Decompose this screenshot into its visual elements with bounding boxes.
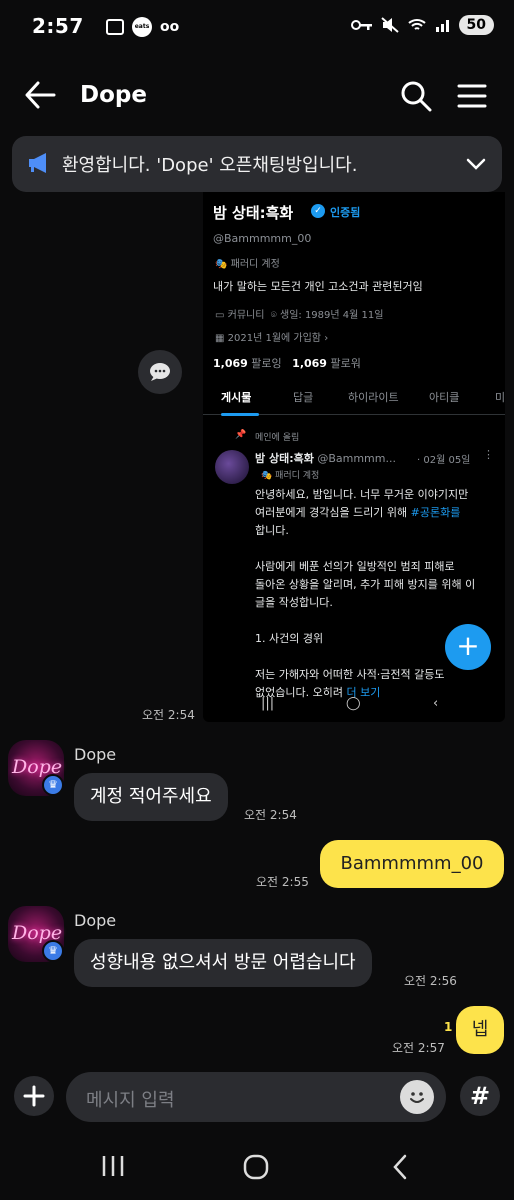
notice-banner[interactable]: 환영합니다. 'Dope' 오픈채팅방입니다.	[12, 136, 502, 192]
signal-icon	[435, 20, 449, 32]
message-input[interactable]: 메시지 입력	[66, 1072, 446, 1122]
chat-header: Dope	[0, 68, 514, 124]
parody-label: 🎭 패러디 계정	[215, 259, 280, 270]
crown-icon: ♛	[42, 774, 64, 796]
profile-handle: @Bammmmm_00	[213, 232, 312, 245]
home-icon[interactable]	[242, 1153, 270, 1181]
tab-articles: 아티클	[429, 391, 460, 404]
hamburger-menu-icon[interactable]	[456, 80, 488, 112]
message-time: 오전 2:56	[404, 974, 457, 988]
profile-meta-row: ▭ 커뮤니티 ⌾ 생일: 1989년 4월 11일	[215, 310, 384, 321]
sender-name: Dope	[74, 745, 117, 764]
profile-name: 밤 상태:흑화	[213, 204, 294, 222]
crown-icon: ♛	[42, 940, 64, 962]
unread-count: 1	[444, 1020, 453, 1034]
profile-bio: 내가 말하는 모든건 개인 고소건과 관련된거임	[213, 280, 423, 293]
more-options-icon: ⋮	[483, 448, 494, 461]
share-bubble-icon	[150, 363, 170, 381]
back-icon[interactable]	[390, 1153, 410, 1181]
key-icon	[350, 20, 372, 30]
pin-icon: 📌	[235, 430, 247, 440]
profile-tabs: 게시물 답글 하이라이트 아티클 미	[203, 387, 505, 415]
tweet-body: 안녕하세요, 밤입니다. 너무 무거운 이야기지만 여러분에게 경각심을 드리기…	[255, 488, 476, 699]
message-time: 오전 2:54	[142, 708, 195, 722]
status-time: 2:57	[32, 14, 84, 38]
message-bubble[interactable]: 계정 적어주세요	[74, 773, 228, 821]
chevron-down-icon[interactable]	[464, 152, 488, 176]
tweet-avatar	[215, 450, 249, 484]
active-tab-indicator	[221, 413, 259, 416]
hashtag-link: #공론화를	[410, 506, 461, 519]
status-notification-icons: eats oo	[106, 17, 179, 37]
tab-replies: 답글	[293, 391, 314, 404]
eats-app-icon: eats	[132, 17, 152, 37]
voicemail-icon: oo	[160, 19, 180, 35]
back-icon: ‹	[433, 696, 439, 711]
message-bubble-mine[interactable]: 넵	[456, 1006, 504, 1054]
compose-fab-icon: +	[445, 624, 491, 670]
message-time: 오전 2:57	[392, 1041, 445, 1055]
message-time: 오전 2:54	[244, 808, 297, 822]
hashtag-button[interactable]: #	[460, 1076, 500, 1116]
chat-title: Dope	[80, 82, 147, 108]
profile-follow-counts: 1,069 팔로잉 1,069 팔로워	[213, 357, 361, 370]
birthday: 생일: 1989년 4월 11일	[280, 310, 384, 321]
tab-posts: 게시물	[221, 391, 252, 404]
message-time: 오전 2:55	[256, 875, 309, 889]
screenshot-icon	[106, 19, 124, 35]
tweet-date: · 02월 05일	[417, 455, 471, 466]
profile-joined: ▦ 2021년 1월에 가입함 ›	[215, 333, 329, 344]
status-system-icons: 50	[350, 15, 494, 35]
image-nav-bar: ||| ◯ ‹	[203, 692, 505, 722]
verified-label: 인증됨	[330, 206, 361, 219]
mute-icon	[380, 17, 399, 33]
message-bubble-mine[interactable]: Bammmmm_00	[320, 840, 504, 888]
shared-image[interactable]: 밤 상태:흑화 ✓ 인증됨 @Bammmmm_00 🎭 패러디 계정 내가 말하…	[203, 192, 505, 722]
recent-apps-icon[interactable]	[100, 1154, 126, 1178]
system-navigation-bar	[0, 1136, 514, 1200]
tab-media: 미	[495, 391, 505, 404]
tweet-parody-label: 🎭 패러디 계정	[261, 471, 320, 481]
category: 커뮤니티	[227, 310, 265, 321]
wifi-icon	[407, 19, 426, 30]
tab-highlights: 하이라이트	[348, 391, 399, 404]
emoji-button[interactable]	[400, 1080, 434, 1114]
status-bar: 2:57 eats oo 50	[0, 0, 514, 58]
sender-name: Dope	[74, 911, 117, 930]
message-input-placeholder: 메시지 입력	[86, 1090, 175, 1111]
verified-badge-icon: ✓	[311, 204, 325, 218]
hash-icon: #	[469, 1082, 491, 1110]
tweet-author-line: 밤 상태:흑화 @Bammmm...	[255, 452, 396, 465]
share-button[interactable]	[138, 350, 182, 394]
recents-icon: |||	[261, 696, 275, 711]
notice-text: 환영합니다. 'Dope' 오픈채팅방입니다.	[62, 155, 358, 176]
plus-icon	[23, 1085, 45, 1107]
search-icon[interactable]	[400, 80, 432, 112]
battery-indicator: 50	[458, 15, 494, 35]
back-arrow-icon[interactable]	[24, 80, 56, 110]
home-icon: ◯	[346, 696, 361, 711]
attach-button[interactable]	[14, 1076, 54, 1116]
pinned-label: 메인에 올림	[255, 433, 300, 443]
megaphone-icon	[29, 153, 46, 173]
message-bubble[interactable]: 성향내용 없으셔서 방문 어렵습니다	[74, 939, 372, 987]
smiley-icon	[410, 1092, 424, 1103]
